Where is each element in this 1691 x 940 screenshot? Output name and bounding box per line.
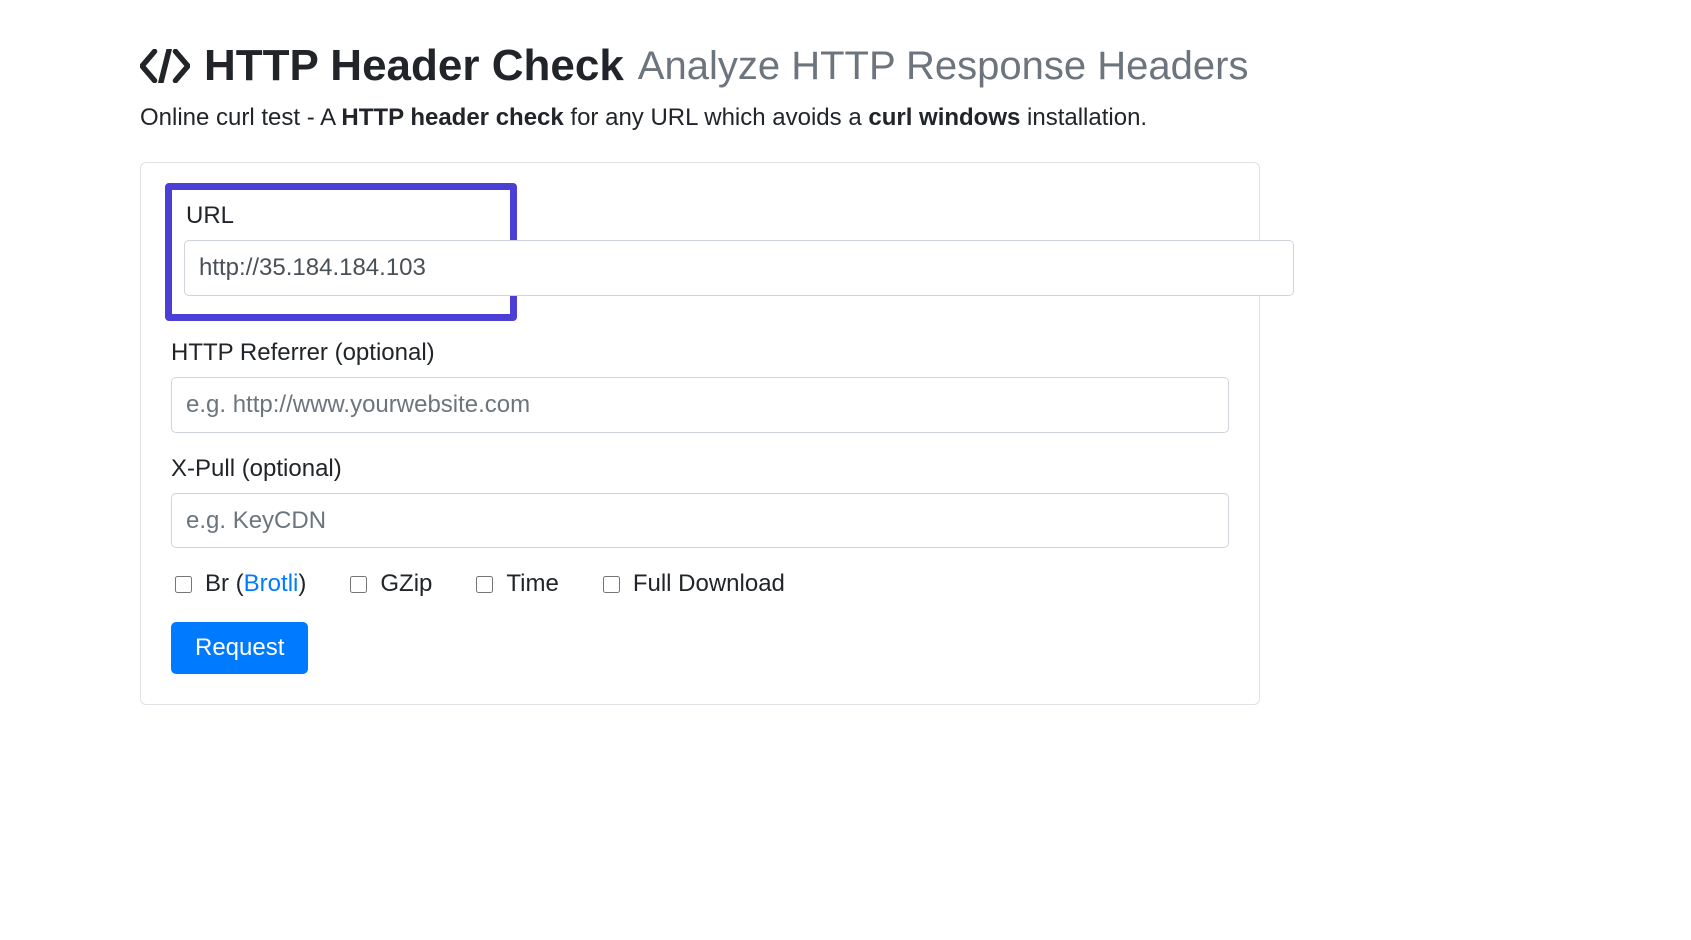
page-title-text: HTTP Header Check	[204, 40, 624, 93]
br-check-label: Br (Brotli)	[205, 570, 306, 598]
gzip-check[interactable]: GZip	[346, 570, 432, 598]
gzip-checkbox[interactable]	[350, 576, 367, 593]
url-label: URL	[186, 202, 496, 230]
request-button[interactable]: Request	[171, 622, 308, 674]
lead-text: Online curl test - A HTTP header check f…	[140, 101, 1260, 135]
full-download-check-label: Full Download	[633, 570, 785, 598]
xpull-label: X-Pull (optional)	[171, 455, 1229, 483]
br-checkbox[interactable]	[175, 576, 192, 593]
url-input[interactable]	[184, 240, 1294, 296]
br-check[interactable]: Br (Brotli)	[171, 570, 306, 598]
url-highlight-box: URL	[165, 183, 517, 321]
brotli-link[interactable]: Brotli	[244, 570, 299, 597]
referrer-input[interactable]	[171, 377, 1229, 433]
full-download-check[interactable]: Full Download	[599, 570, 785, 598]
form-card: URL HTTP Referrer (optional) X-Pull (opt…	[140, 162, 1260, 705]
time-checkbox[interactable]	[476, 576, 493, 593]
time-check[interactable]: Time	[472, 570, 558, 598]
code-icon	[140, 49, 190, 83]
page-title: HTTP Header Check Analyze HTTP Response …	[140, 40, 1260, 93]
time-check-label: Time	[506, 570, 558, 598]
xpull-input[interactable]	[171, 493, 1229, 549]
checkbox-row: Br (Brotli) GZip Time Full Download	[171, 570, 1229, 598]
gzip-check-label: GZip	[380, 570, 432, 598]
full-download-checkbox[interactable]	[603, 576, 620, 593]
referrer-label: HTTP Referrer (optional)	[171, 339, 1229, 367]
page-subtitle: Analyze HTTP Response Headers	[638, 42, 1249, 90]
